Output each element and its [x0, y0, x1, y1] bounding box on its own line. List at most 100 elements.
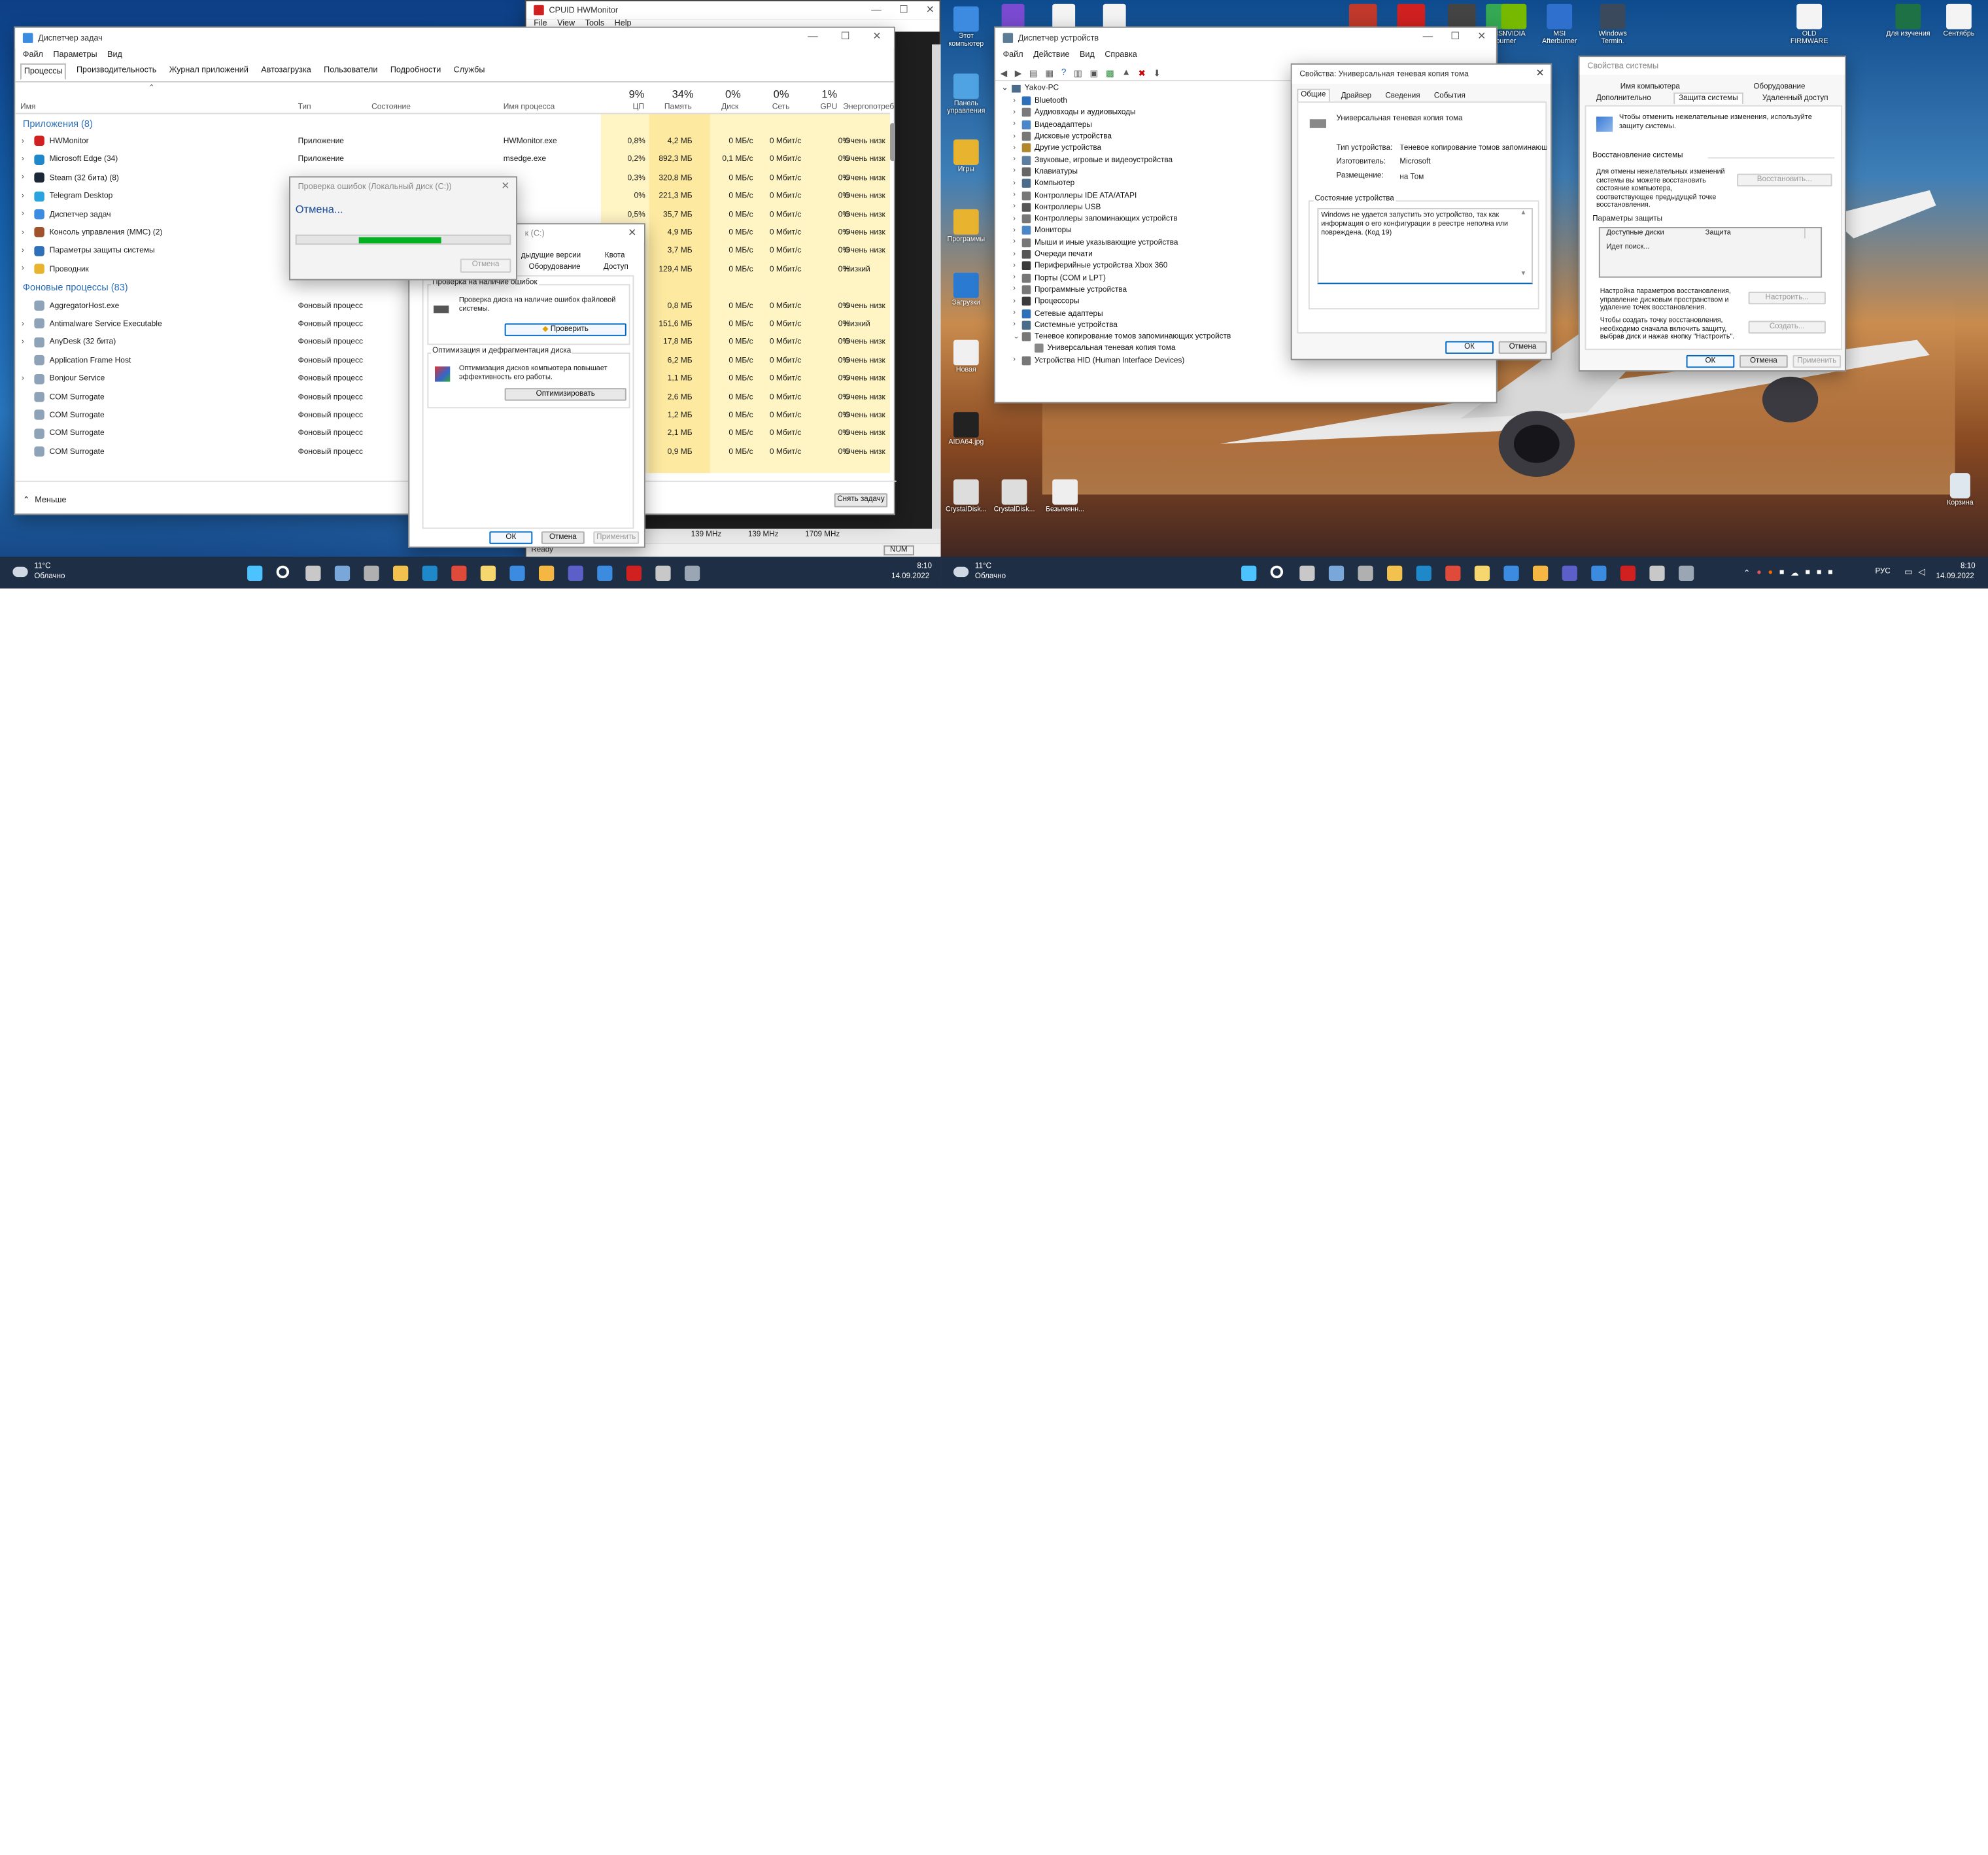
volprops-titlebar[interactable]: Свойства: Универсальная теневая копия то…	[1292, 64, 1551, 84]
tab-previous-versions[interactable]: дыдущие версии	[521, 252, 581, 260]
maximize-icon[interactable]: ☐	[1450, 31, 1460, 42]
weather-icon[interactable]	[1533, 565, 1549, 581]
clock-time[interactable]: 8:10	[906, 563, 932, 571]
menu-file[interactable]: Файл	[1003, 51, 1023, 60]
todo-icon[interactable]	[597, 565, 613, 581]
desktop-icon[interactable]: Сентябрь	[1936, 3, 1982, 38]
close-icon[interactable]: ✕	[926, 4, 934, 15]
menu-view[interactable]: Вид	[107, 51, 122, 60]
device-status-textbox[interactable]: Windows не удается запустить это устройс…	[1317, 207, 1534, 285]
tab-app-history[interactable]: Журнал приложений	[167, 63, 251, 80]
chevron-right-icon[interactable]: ›	[1013, 109, 1022, 117]
chevron-right-icon[interactable]: ›	[1013, 309, 1022, 317]
hwmonitor-icon[interactable]	[626, 565, 642, 581]
properties-icon[interactable]: ▤	[1029, 68, 1038, 78]
edge-icon[interactable]	[422, 565, 437, 581]
chevron-right-icon[interactable]: ›	[1013, 203, 1022, 211]
terminal-icon[interactable]	[684, 565, 700, 581]
tree-item[interactable]: › Устройства HID (Human Interface Devices…	[1013, 355, 1184, 366]
weather-temp[interactable]: 11°C	[34, 563, 50, 571]
volume-icon[interactable]: ◁	[1918, 567, 1925, 578]
chevron-right-icon[interactable]: ›	[1013, 145, 1022, 152]
chevron-right-icon[interactable]: ›	[1013, 133, 1022, 141]
terminal-icon[interactable]	[1678, 565, 1694, 581]
chevron-right-icon[interactable]: ›	[1013, 262, 1022, 270]
desktop-icon[interactable]: Игры	[943, 139, 989, 174]
hwmonitor-icon[interactable]	[1620, 565, 1636, 581]
chevron-right-icon[interactable]: ›	[1013, 286, 1022, 294]
download-icon[interactable]: ⬇	[1154, 68, 1161, 78]
explorer-icon[interactable]	[1387, 565, 1403, 581]
volume-properties-window[interactable]: Свойства: Универсальная теневая копия то…	[1290, 63, 1552, 360]
menu-file[interactable]: Файл	[23, 51, 43, 60]
chevron-right-icon[interactable]: ›	[1013, 180, 1022, 188]
back-icon[interactable]: ◀	[1001, 68, 1007, 78]
tree-item[interactable]: › Звуковые, игровые и видеоустройства	[1013, 154, 1173, 166]
task-view-icon[interactable]	[305, 565, 321, 581]
col-energy[interactable]: Энергопотреб	[843, 103, 894, 112]
photos-icon[interactable]	[1328, 565, 1345, 581]
clock-date[interactable]: 14.09.2022	[891, 573, 929, 581]
tree-item[interactable]: › Процессоры	[1013, 296, 1079, 307]
tree-item[interactable]: › Системные устройства	[1013, 319, 1118, 331]
chevron-right-icon[interactable]: ›	[22, 334, 24, 352]
process-list-scrollbar[interactable]	[890, 123, 895, 162]
tree-item[interactable]: › Дисковые устройства	[1013, 130, 1112, 142]
task-view-icon[interactable]	[1299, 565, 1315, 581]
chevron-right-icon[interactable]: ›	[22, 242, 24, 260]
mail-icon[interactable]	[1503, 565, 1519, 581]
apply-button[interactable]: Применить	[593, 531, 640, 544]
tree-item[interactable]: › Контроллеры IDE ATA/ATAPI	[1013, 190, 1137, 201]
system-properties-window[interactable]: Свойства системы Имя компьютера Оборудов…	[1578, 56, 1846, 372]
tab-events[interactable]: События	[1431, 92, 1468, 102]
tab-services[interactable]: Службы	[451, 63, 488, 80]
language-indicator[interactable]: РУС	[1875, 568, 1890, 576]
scroll-up-icon[interactable]: ▲	[1520, 209, 1527, 217]
tab-remote[interactable]: Удаленный доступ	[1762, 95, 1828, 103]
tree-item[interactable]: › Сетевые адаптеры	[1013, 307, 1103, 319]
tree-item[interactable]: › Клавиатуры	[1013, 166, 1078, 178]
tab-quota[interactable]: Квота	[605, 252, 625, 260]
document-icon-2[interactable]	[1103, 3, 1126, 29]
computer-icon[interactable]: ▣	[1090, 68, 1099, 78]
tree-item[interactable]: › Мониторы	[1013, 225, 1072, 237]
weather-icon[interactable]	[538, 565, 555, 581]
check-progress-dialog[interactable]: Проверка ошибок (Локальный диск (C:)) ✕ …	[289, 176, 518, 281]
tray-app-icon-3[interactable]: ■	[1779, 568, 1785, 579]
close-icon[interactable]: ✕	[1477, 31, 1486, 42]
taskmgr-titlebar[interactable]: Диспетчер задач — ☐ ✕	[15, 27, 894, 48]
restore-button[interactable]: Восстановить...	[1737, 173, 1832, 187]
chevron-right-icon[interactable]: ›	[1013, 227, 1022, 235]
cancel-button[interactable]: Отмена	[1740, 355, 1788, 368]
cancel-button[interactable]: Отмена	[541, 531, 585, 544]
tree-item[interactable]: › Контроллеры USB	[1013, 201, 1101, 213]
col-protection[interactable]: Защита	[1705, 230, 1731, 237]
cancel-button[interactable]: Отмена	[1498, 341, 1547, 354]
chevron-up-icon[interactable]: ⌃	[1743, 568, 1751, 579]
scan-icon[interactable]: ▩	[1106, 68, 1114, 78]
tree-item[interactable]: › Порты (COM и LPT)	[1013, 272, 1106, 284]
onedrive-icon[interactable]: ☁	[1791, 568, 1799, 579]
desktop-icon[interactable]: Панель управления	[943, 73, 989, 115]
minimize-icon[interactable]: —	[871, 4, 882, 15]
update-driver-icon[interactable]: ▲	[1122, 69, 1130, 78]
tree-item[interactable]: › Контроллеры запоминающих устройств	[1013, 213, 1178, 225]
tab-performance[interactable]: Производительность	[74, 63, 159, 80]
chevron-right-icon[interactable]: ›	[1013, 239, 1022, 247]
sort-arrow-icon[interactable]: ⌃	[148, 84, 155, 93]
ok-button[interactable]: ОК	[1445, 341, 1494, 354]
close-icon[interactable]: ✕	[628, 227, 636, 238]
desktop-icon[interactable]: Безымянн...	[1042, 479, 1088, 513]
tree-item[interactable]: › Другие устройства	[1013, 143, 1101, 154]
chevron-right-icon[interactable]: ›	[22, 260, 24, 279]
col-memory[interactable]: Память	[664, 103, 692, 112]
tab-general[interactable]: Общие	[1297, 88, 1330, 102]
tab-startup[interactable]: Автозагрузка	[258, 63, 313, 80]
list-view-icon[interactable]: ▥	[1074, 68, 1082, 78]
tab-sharing[interactable]: Доступ	[604, 264, 628, 271]
tab-details[interactable]: Сведения	[1383, 92, 1423, 102]
search-icon[interactable]	[276, 565, 290, 579]
sysprops-titlebar[interactable]: Свойства системы	[1579, 57, 1845, 75]
tree-item[interactable]: › Мыши и иные указывающие устройства	[1013, 237, 1178, 249]
chevron-right-icon[interactable]: ›	[1013, 321, 1022, 329]
